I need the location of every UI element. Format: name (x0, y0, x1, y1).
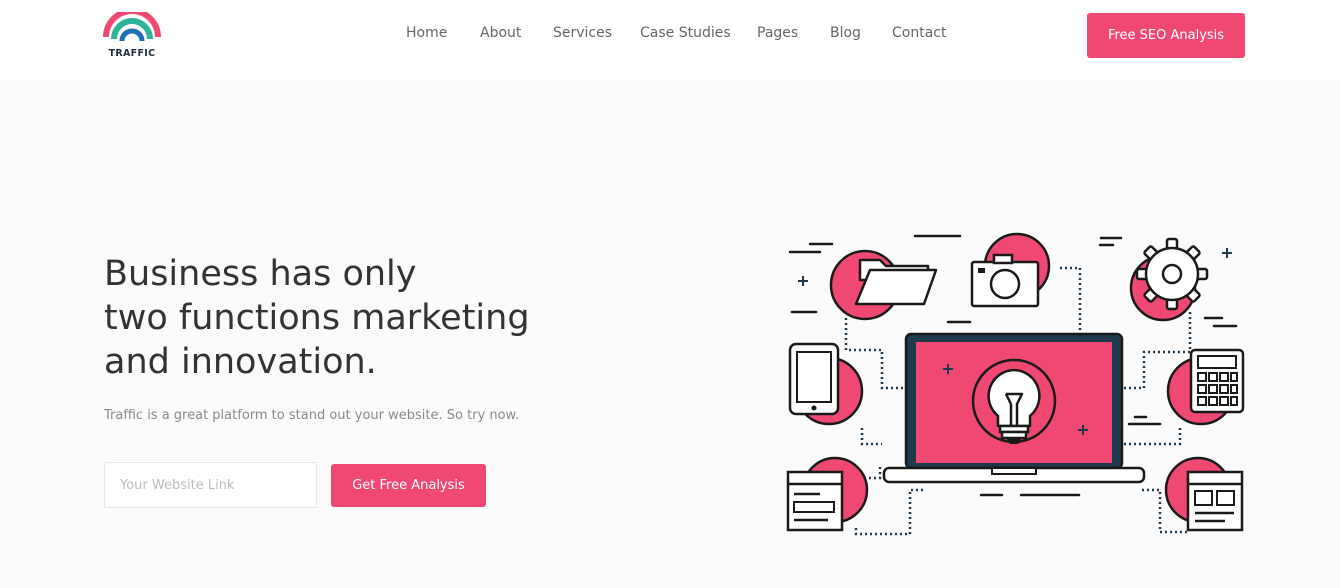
brand-logo[interactable]: TRAFFIC (103, 12, 161, 62)
gear-node (1129, 237, 1209, 322)
site-header: TRAFFIC Home About Services Case Studies… (0, 0, 1340, 80)
nav-services[interactable]: Services (553, 25, 612, 41)
hero-illustration (786, 232, 1245, 536)
smartphone-node (788, 342, 864, 426)
browser-window-icon (786, 470, 844, 532)
calculator-icon (1189, 348, 1245, 414)
gear-icon (1135, 237, 1209, 311)
hero-title-line: two functions marketing (104, 298, 530, 338)
layout-window-icon (1186, 470, 1244, 532)
hero-title-line: and innovation. (104, 342, 377, 382)
camera-node (970, 232, 1051, 308)
hero-title-line: Business has only (104, 254, 417, 294)
nav-about[interactable]: About (480, 25, 521, 41)
brand-name: TRAFFIC (108, 48, 156, 59)
folder-node (829, 249, 938, 321)
smartphone-icon (788, 342, 840, 416)
hero-subtitle: Traffic is a great platform to stand out… (104, 408, 520, 423)
browser-window-node (786, 456, 869, 532)
hero-title: Business has only two functions marketin… (104, 252, 624, 384)
nav-home[interactable]: Home (406, 25, 447, 41)
nav-pages[interactable]: Pages (757, 25, 798, 41)
folder-icon (854, 258, 938, 306)
website-link-input[interactable] (104, 462, 317, 508)
traffic-logo-icon (103, 12, 161, 42)
get-free-analysis-button[interactable]: Get Free Analysis (331, 464, 486, 507)
camera-icon (970, 253, 1040, 308)
layout-window-node (1164, 456, 1244, 532)
calculator-node (1166, 348, 1245, 426)
free-seo-analysis-button[interactable]: Free SEO Analysis (1087, 13, 1245, 58)
lightbulb-icon (971, 358, 1057, 444)
nav-contact[interactable]: Contact (892, 25, 946, 41)
nav-case-studies[interactable]: Case Studies (640, 25, 731, 41)
nav-blog[interactable]: Blog (830, 25, 861, 41)
